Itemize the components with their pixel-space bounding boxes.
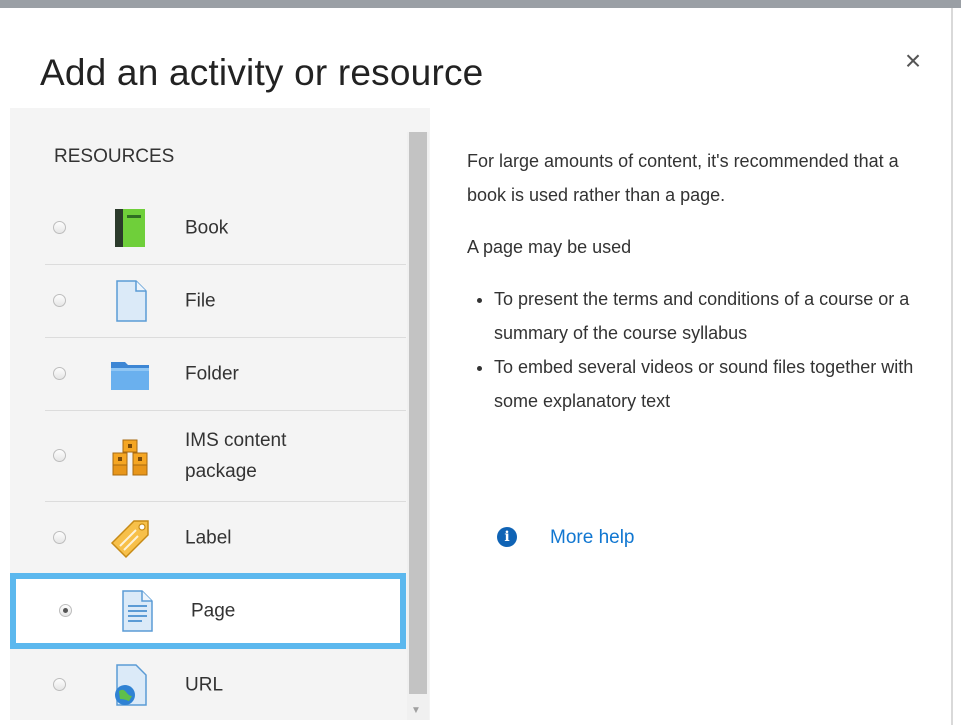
resource-label: Label [185,527,232,549]
resource-option-label[interactable]: Label [45,502,406,575]
radio-button[interactable] [53,449,66,462]
resource-option-page[interactable]: Page [10,573,406,649]
resource-label: Folder [185,363,239,385]
list-scrollbar[interactable]: ▼ [407,132,429,720]
radio-button[interactable] [53,531,66,544]
page-icon [114,589,158,633]
url-globe-icon [108,663,152,707]
resource-label: URL [185,674,224,696]
label-tag-icon [108,516,152,560]
ims-package-icon [108,434,152,478]
resource-option-file[interactable]: File [45,265,406,338]
scrollbar-thumb[interactable] [409,132,427,694]
radio-button[interactable] [53,367,66,380]
help-bullets: To present the terms and conditions of a… [467,282,937,418]
help-intro: For large amounts of content, it's recom… [467,151,899,205]
help-usage-heading: A page may be used [467,237,632,257]
info-icon: i [497,527,517,547]
radio-button[interactable] [53,294,66,307]
radio-button[interactable] [53,678,66,691]
folder-icon [108,352,152,396]
resource-option-ims-content-package[interactable]: IMS content package [45,411,406,502]
dialog-title: Add an activity or resource [40,52,484,93]
close-button[interactable]: × [900,47,926,75]
help-bullet: To present the terms and conditions of a… [494,282,937,350]
more-help-link[interactable]: More help [550,524,635,552]
window-top-border [0,0,961,8]
file-icon [108,279,152,323]
radio-button[interactable] [53,221,66,234]
resource-label: IMS content package [185,430,287,482]
book-icon [108,206,152,250]
resources-heading: RESOURCES [54,146,175,167]
radio-button-checked[interactable] [59,604,72,617]
resource-label: Book [185,217,229,239]
help-panel: For large amounts of content, it's recom… [467,144,937,418]
resource-label: Page [191,600,236,622]
radio-dot [63,608,68,613]
resource-label: File [185,290,216,312]
scroll-down-arrow-icon[interactable]: ▼ [411,705,421,716]
resource-list: Book File Folder IMS content package Lab… [10,192,406,721]
resource-option-book[interactable]: Book [45,192,406,265]
help-bullet: To embed several videos or sound files t… [494,350,937,418]
resource-option-folder[interactable]: Folder [45,338,406,411]
resource-option-url[interactable]: URL [45,649,406,721]
dialog-right-border [951,8,953,725]
resource-chooser-pane: RESOURCES Book File Folder IMS content p… [10,108,430,720]
